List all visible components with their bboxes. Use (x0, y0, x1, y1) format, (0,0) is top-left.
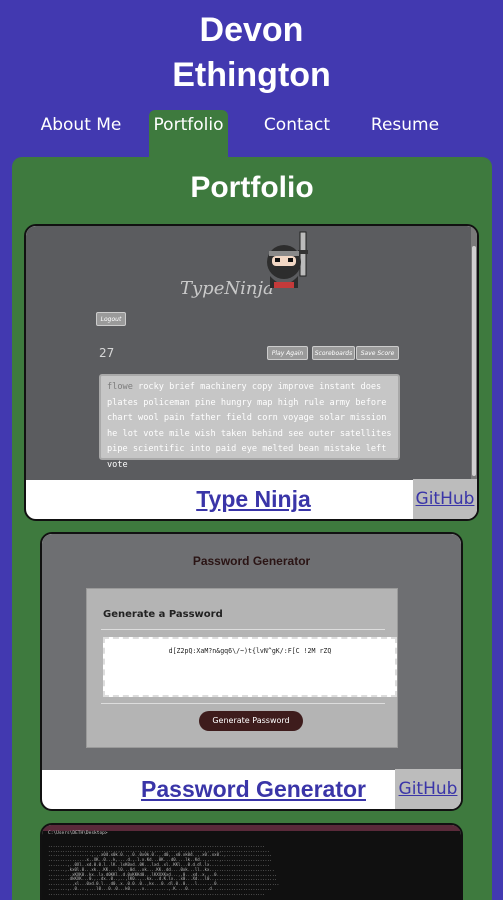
password-generator-github-link[interactable]: GitHub (395, 769, 461, 809)
ascii-art: ........................................… (48, 842, 280, 896)
pg-card: Generate a Password d[Z2pQ:XaM?n&gq6\/~)… (86, 588, 398, 748)
terminal-path: C:\Users\DETH\Desktop> (48, 831, 108, 836)
generate-password-button[interactable]: Generate Password (199, 711, 303, 731)
type-ninja-screenshot[interactable]: TypeNinja Logout 27 Play Again Scoreboar… (26, 226, 477, 480)
password-generator-screenshot[interactable]: Password Generator Generate a Password d… (42, 534, 461, 770)
type-ninja-link[interactable]: Type Ninja (26, 479, 477, 519)
pg-heading: Generate a Password (103, 609, 223, 620)
word-count: 27 (99, 346, 115, 360)
project-card-terminal: C:\Users\DETH\Desktop> .................… (40, 823, 463, 900)
typed-word: flowe (107, 382, 133, 392)
save-score-button[interactable]: Save Score (356, 346, 399, 360)
portfolio-title: Portfolio (190, 171, 314, 204)
scrollbar[interactable] (471, 226, 477, 480)
divider (101, 629, 385, 630)
pg-page-title: Password Generator (192, 554, 311, 568)
type-ninja-github-link[interactable]: GitHub (413, 479, 477, 519)
logout-button[interactable]: Logout (96, 312, 126, 326)
project-card-password-generator: Password Generator Generate a Password d… (40, 532, 463, 811)
typing-text-area[interactable]: flowe rocky brief machinery copy improve… (99, 374, 400, 470)
portfolio-panel: Portfolio TypeNinja Logout 27 Play Again… (12, 157, 492, 900)
words-to-type: rocky brief machinery copy improve insta… (107, 382, 392, 470)
divider (101, 703, 385, 704)
play-again-button[interactable]: Play Again (267, 346, 308, 360)
nav-portfolio[interactable]: Portfolio (149, 110, 228, 158)
main-nav: About Me Portfolio Contact Resume (0, 110, 503, 158)
terminal-screenshot[interactable]: C:\Users\DETH\Desktop> .................… (42, 825, 461, 900)
ninja-avatar-icon (267, 231, 308, 288)
name-line-1: Devon (199, 11, 304, 49)
nav-about-me[interactable]: About Me (36, 110, 126, 158)
nav-contact[interactable]: Contact (258, 110, 336, 158)
scoreboards-button[interactable]: Scoreboards (312, 346, 355, 360)
name-line-2: Ethington (172, 56, 331, 94)
password-output[interactable]: d[Z2pQ:XaM?n&gq6\/~)t{lvN^gK/:F[C !2M rZ… (103, 637, 397, 697)
project-card-type-ninja: TypeNinja Logout 27 Play Again Scoreboar… (24, 224, 479, 521)
site-name: Devon Ethington (0, 8, 503, 98)
nav-resume[interactable]: Resume (366, 110, 444, 158)
